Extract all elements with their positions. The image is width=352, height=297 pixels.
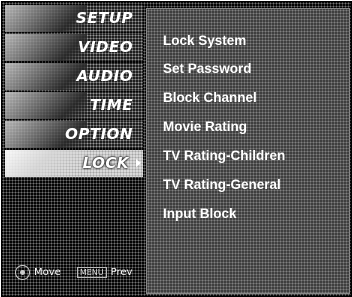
move-hint-label: Move (34, 267, 61, 278)
menu-item-label: AUDIO (76, 67, 133, 85)
lock-option-lock-system[interactable]: Lock System (163, 33, 246, 48)
menu-item-option[interactable]: OPTION (5, 121, 143, 148)
lock-option-set-password[interactable]: Set Password (163, 61, 252, 76)
audio-thumbnail-icon (5, 63, 87, 90)
lock-thumbnail-icon (5, 150, 87, 177)
setup-thumbnail-icon (5, 5, 87, 32)
chevron-right-icon (136, 159, 141, 167)
menu-key-icon: MENU (76, 267, 107, 278)
menu-item-audio[interactable]: AUDIO (5, 63, 143, 90)
main-menu: SETUP VIDEO AUDIO TIME OPTION LOCK Move … (5, 5, 143, 293)
tv-osd-screen: SETUP VIDEO AUDIO TIME OPTION LOCK Move … (1, 1, 352, 297)
menu-item-label: OPTION (65, 125, 133, 143)
menu-item-video[interactable]: VIDEO (5, 34, 143, 61)
lock-option-tv-rating-general[interactable]: TV Rating-General (163, 177, 281, 192)
menu-item-time[interactable]: TIME (5, 92, 143, 119)
video-thumbnail-icon (5, 34, 87, 61)
navigation-hint: Move MENU Prev (15, 265, 132, 280)
menu-item-setup[interactable]: SETUP (5, 5, 143, 32)
lock-option-movie-rating[interactable]: Movie Rating (163, 119, 247, 134)
menu-item-label: TIME (90, 96, 133, 114)
lock-option-block-channel[interactable]: Block Channel (163, 90, 257, 105)
menu-item-label: SETUP (76, 9, 133, 27)
prev-hint-label: Prev (110, 267, 133, 278)
lock-option-tv-rating-children[interactable]: TV Rating-Children (163, 148, 285, 163)
joystick-icon (15, 265, 30, 280)
lock-option-input-block[interactable]: Input Block (163, 206, 237, 221)
time-thumbnail-icon (5, 92, 87, 119)
menu-item-label: LOCK (82, 154, 129, 172)
menu-item-label: VIDEO (77, 38, 133, 56)
lock-submenu-panel: Lock System Set Password Block Channel M… (146, 8, 350, 294)
menu-item-lock[interactable]: LOCK (5, 150, 143, 177)
